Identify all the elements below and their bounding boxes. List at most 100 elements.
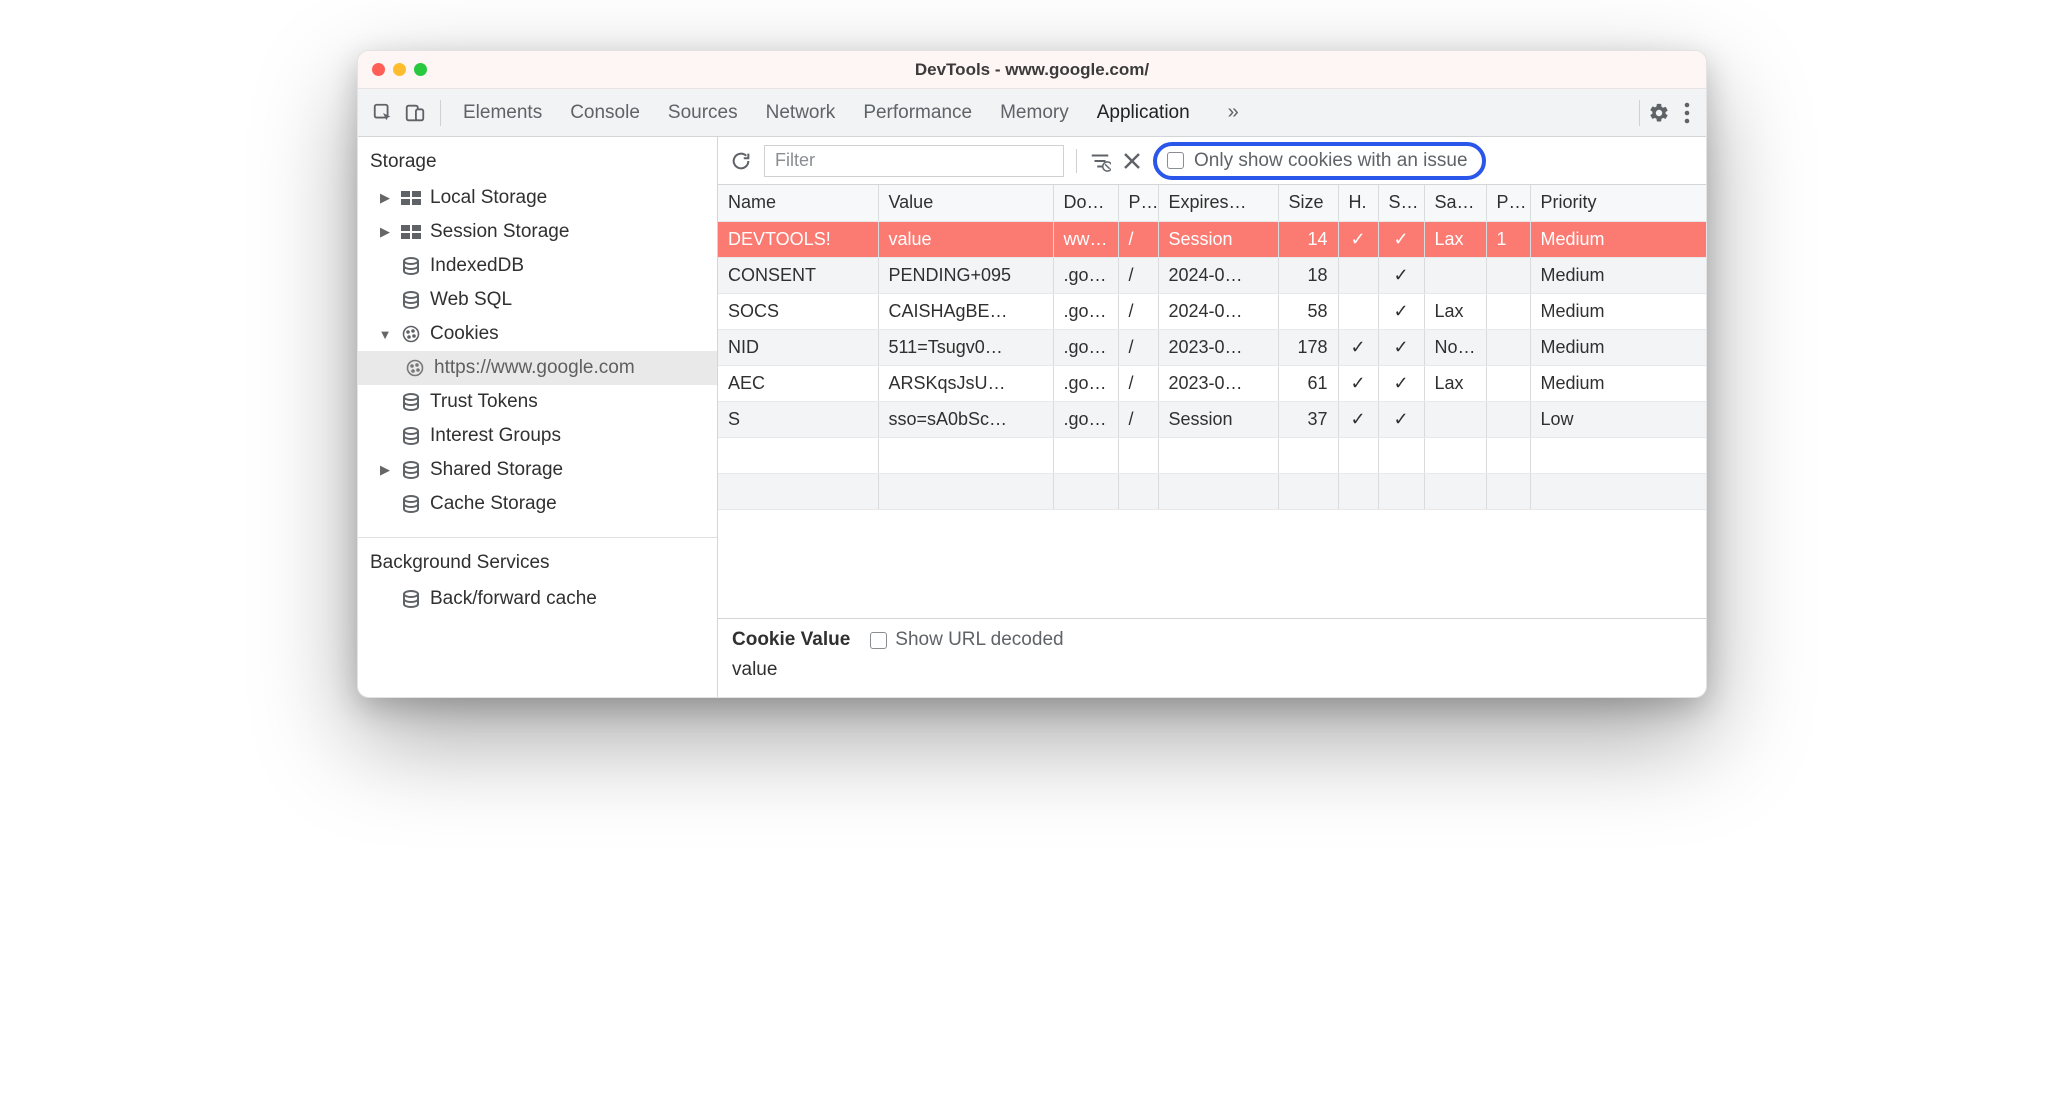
cell-name: AEC xyxy=(718,365,878,401)
cell-domain: ww… xyxy=(1053,221,1118,257)
sidebar-item-label: https://www.google.com xyxy=(434,357,635,379)
expand-icon[interactable]: ▶ xyxy=(378,462,392,478)
cell-domain: .go… xyxy=(1053,365,1118,401)
col-size[interactable]: Size xyxy=(1278,185,1338,221)
cell-path: / xyxy=(1118,293,1158,329)
col-partition[interactable]: P… xyxy=(1486,185,1530,221)
cell-domain: .go… xyxy=(1053,329,1118,365)
sidebar-item-trust-tokens[interactable]: Trust Tokens xyxy=(358,385,717,419)
cell-priority: Low xyxy=(1530,401,1706,437)
toolbar-divider xyxy=(1076,149,1077,173)
cell-priority: Medium xyxy=(1530,293,1706,329)
clear-icon[interactable] xyxy=(1123,152,1141,170)
sidebar-item-websql[interactable]: Web SQL xyxy=(358,283,717,317)
tab-network[interactable]: Network xyxy=(766,102,836,124)
only-issues-checkbox[interactable] xyxy=(1167,152,1184,169)
tab-console[interactable]: Console xyxy=(570,102,640,124)
col-path[interactable]: P… xyxy=(1118,185,1158,221)
kebab-menu-icon[interactable] xyxy=(1684,102,1690,124)
table-row[interactable]: CONSENTPENDING+095.go…/2024-0…18✓Medium xyxy=(718,257,1706,293)
col-httponly[interactable]: H. xyxy=(1338,185,1378,221)
cell-secure: ✓ xyxy=(1378,293,1424,329)
application-sidebar: Storage ▶ Local Storage ▶ Session Storag… xyxy=(358,137,718,697)
cell-partition xyxy=(1486,293,1530,329)
col-name[interactable]: Name xyxy=(718,185,878,221)
cookies-table[interactable]: Name Value Do… P… Expires… Size H. S… Sa… xyxy=(718,185,1706,618)
show-url-decoded-label: Show URL decoded xyxy=(895,629,1063,651)
devtools-tabs: Elements Console Sources Network Perform… xyxy=(449,101,1631,124)
cell-samesite: No… xyxy=(1424,329,1486,365)
sidebar-item-session-storage[interactable]: ▶ Session Storage xyxy=(358,215,717,249)
table-row[interactable]: SOCSCAISHAgBE….go…/2024-0…58✓LaxMedium xyxy=(718,293,1706,329)
table-header-row: Name Value Do… P… Expires… Size H. S… Sa… xyxy=(718,185,1706,221)
table-row[interactable]: NID511=Tsugv0….go…/2023-0…178✓✓No…Medium xyxy=(718,329,1706,365)
cell-name: S xyxy=(718,401,878,437)
sidebar-item-shared-storage[interactable]: ▶ Shared Storage xyxy=(358,453,717,487)
cell-samesite: Lax xyxy=(1424,221,1486,257)
clear-filtered-icon[interactable] xyxy=(1089,150,1111,172)
cell-path: / xyxy=(1118,257,1158,293)
col-domain[interactable]: Do… xyxy=(1053,185,1118,221)
cookies-panel: Only show cookies with an issue Name Val… xyxy=(718,137,1706,697)
sidebar-item-interest-groups[interactable]: Interest Groups xyxy=(358,419,717,453)
settings-icon[interactable] xyxy=(1648,102,1670,124)
col-secure[interactable]: S… xyxy=(1378,185,1424,221)
cell-http: ✓ xyxy=(1338,365,1378,401)
cell-http: ✓ xyxy=(1338,329,1378,365)
storage-tree: ▶ Local Storage ▶ Session Storage Indexe… xyxy=(358,181,717,529)
sidebar-item-cache-storage[interactable]: Cache Storage xyxy=(358,487,717,521)
sidebar-item-local-storage[interactable]: ▶ Local Storage xyxy=(358,181,717,215)
cell-http xyxy=(1338,257,1378,293)
cell-partition: 1 xyxy=(1486,221,1530,257)
cell-samesite: Lax xyxy=(1424,365,1486,401)
cell-http xyxy=(1338,293,1378,329)
device-toolbar-icon[interactable] xyxy=(404,102,426,124)
cell-name: CONSENT xyxy=(718,257,878,293)
sidebar-item-label: Web SQL xyxy=(430,289,512,311)
cell-samesite: Lax xyxy=(1424,293,1486,329)
tabbar-divider-right xyxy=(1639,100,1640,126)
cell-path: / xyxy=(1118,221,1158,257)
devtools-tabbar: Elements Console Sources Network Perform… xyxy=(358,89,1706,137)
col-expires[interactable]: Expires… xyxy=(1158,185,1278,221)
cell-expires: 2023-0… xyxy=(1158,329,1278,365)
col-samesite[interactable]: Sa… xyxy=(1424,185,1486,221)
only-issues-callout: Only show cookies with an issue xyxy=(1153,142,1486,180)
cell-domain: .go… xyxy=(1053,293,1118,329)
cell-name: SOCS xyxy=(718,293,878,329)
tab-performance[interactable]: Performance xyxy=(863,102,972,124)
sidebar-item-cookies[interactable]: ▼ Cookies xyxy=(358,317,717,351)
show-url-decoded-checkbox[interactable] xyxy=(870,632,887,649)
tabs-overflow-button[interactable]: » xyxy=(1218,101,1249,124)
table-row-empty xyxy=(718,437,1706,473)
expand-icon[interactable]: ▶ xyxy=(378,190,392,206)
table-row[interactable]: DEVTOOLS!valueww…/Session14✓✓Lax1Medium xyxy=(718,221,1706,257)
cell-expires: Session xyxy=(1158,401,1278,437)
table-row[interactable]: Ssso=sA0bSc….go…/Session37✓✓Low xyxy=(718,401,1706,437)
cell-samesite xyxy=(1424,401,1486,437)
cell-secure: ✓ xyxy=(1378,221,1424,257)
col-priority[interactable]: Priority xyxy=(1530,185,1706,221)
cell-value: ARSKqsJsU… xyxy=(878,365,1053,401)
collapse-icon[interactable]: ▼ xyxy=(378,327,392,342)
cell-size: 14 xyxy=(1278,221,1338,257)
filter-input[interactable] xyxy=(764,145,1064,177)
tab-sources[interactable]: Sources xyxy=(668,102,738,124)
col-value[interactable]: Value xyxy=(878,185,1053,221)
expand-icon[interactable]: ▶ xyxy=(378,224,392,240)
sidebar-item-bf-cache[interactable]: Back/forward cache xyxy=(358,582,717,616)
refresh-icon[interactable] xyxy=(730,150,752,172)
inspect-element-icon[interactable] xyxy=(372,102,394,124)
tab-application[interactable]: Application xyxy=(1097,102,1190,124)
cell-http: ✓ xyxy=(1338,401,1378,437)
sidebar-item-indexeddb[interactable]: IndexedDB xyxy=(358,249,717,283)
sidebar-item-cookie-origin[interactable]: https://www.google.com xyxy=(358,351,717,385)
cell-partition xyxy=(1486,329,1530,365)
cell-partition xyxy=(1486,257,1530,293)
table-row[interactable]: AECARSKqsJsU….go…/2023-0…61✓✓LaxMedium xyxy=(718,365,1706,401)
cell-value: PENDING+095 xyxy=(878,257,1053,293)
tab-elements[interactable]: Elements xyxy=(463,102,542,124)
tab-memory[interactable]: Memory xyxy=(1000,102,1069,124)
sidebar-item-label: Session Storage xyxy=(430,221,569,243)
sidebar-item-label: Trust Tokens xyxy=(430,391,538,413)
